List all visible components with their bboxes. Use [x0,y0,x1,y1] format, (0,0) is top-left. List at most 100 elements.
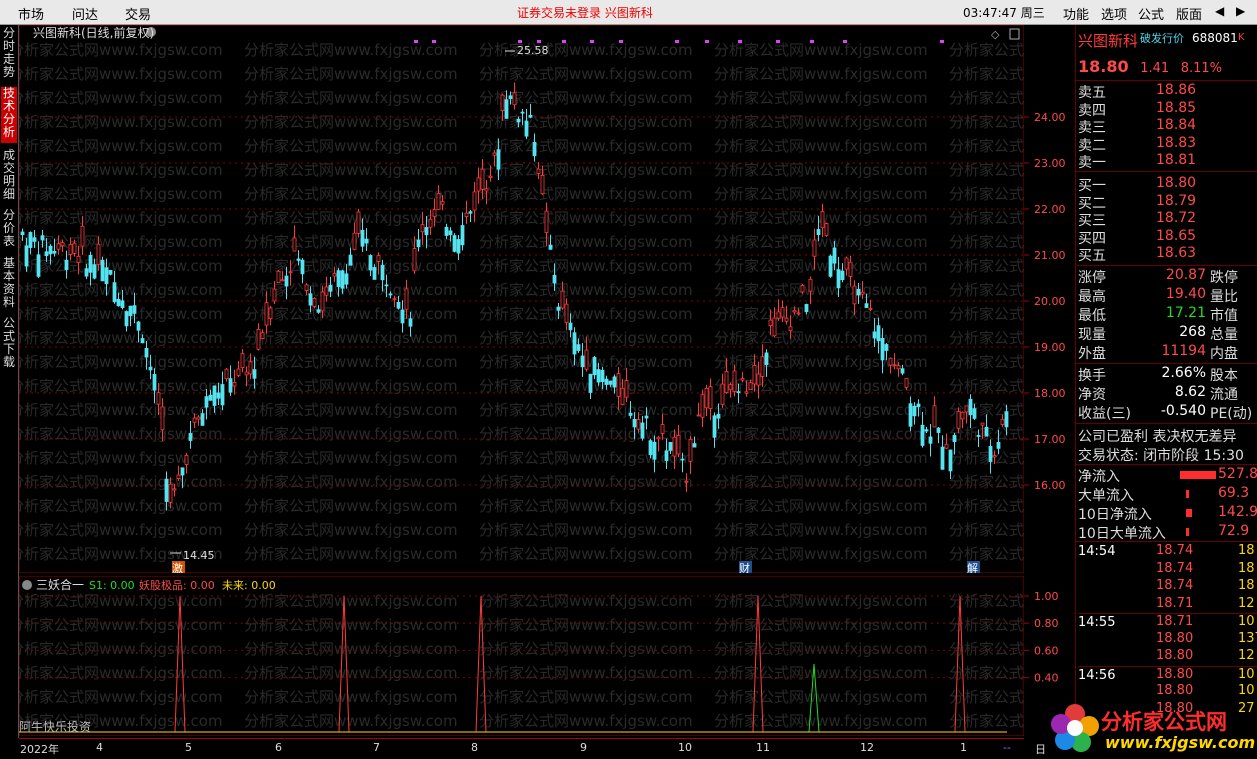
candle-body [96,243,101,265]
nav-deals[interactable]: 成交明细 [1,149,17,205]
login-notice[interactable]: 证券交易未登录 兴图新科 [517,4,653,21]
watermark-text: 分析家公式网www.fxjgsw.com [19,473,223,491]
candle-body [464,212,469,217]
watermark-text: 分析家公式网www.fxjgsw.com [949,329,1024,347]
candle-body [932,405,937,428]
arrow-left-icon[interactable]: ◀ [1215,4,1224,18]
flow-row: 10日净流入 142.9 [1078,504,1257,523]
candle-body [48,245,53,255]
menu-function[interactable]: 功能 [1063,4,1089,23]
price-row: 18.80 1.41 8.11% [1078,57,1222,76]
watermark-text: 分析家公式网www.fxjgsw.com [479,257,693,275]
watermark-text: 分析家公式网www.fxjgsw.com [244,137,458,155]
candle-body [596,369,601,383]
marker-jie[interactable]: 解 [967,561,978,573]
candle-body [952,435,957,443]
signal-dot [537,40,541,43]
indicator-chart[interactable]: 分析家公式网www.fxjgsw.com 分析家公式网www.fxjgsw.com… [19,576,1024,736]
axis-month-4: 4 [96,741,103,754]
arrow-right-icon[interactable]: ▶ [1236,4,1245,18]
candle-body [680,458,685,461]
candle-body [60,242,65,247]
candle-body [304,284,309,291]
nav-formula-download[interactable]: 公式下载 [1,317,17,373]
candle-body [688,438,693,462]
candle-body [448,230,453,236]
scroll-handle[interactable]: -- [1003,741,1011,754]
nav-basic[interactable]: 基本资料 [1,257,17,313]
marker-cai[interactable]: 财 [739,561,750,573]
candle-body [500,94,505,112]
nav-pricetable[interactable]: 分价表 [1,209,17,251]
candle-body [988,446,993,462]
flow-row: 10日大单流入 72.9 [1078,523,1250,542]
candle-body [364,238,369,244]
menu-formula[interactable]: 公式 [1138,4,1164,23]
menu-options[interactable]: 选项 [1101,4,1127,23]
watermark-text: 分析家公式网www.fxjgsw.com [949,377,1024,395]
watermark-text: 分析家公式网www.fxjgsw.com [714,353,928,371]
nav-timeshare[interactable]: 分时走势 [1,27,17,83]
candle-body [348,254,353,266]
candle-body [888,357,893,366]
menu-wenda[interactable]: 问达 [72,4,98,23]
candle-body [708,386,713,409]
low-label: 14.45 [183,549,215,562]
candle-body [912,405,917,417]
watermark-text: 分析家公式网www.fxjgsw.com [19,65,223,83]
watermark-text: 分析家公式网www.fxjgsw.com [714,137,928,155]
tick-row: 14:55 18.71 10 [1078,613,1257,630]
candle-body [640,422,645,439]
candle-body [228,378,233,393]
candle-body [996,442,1001,449]
watermark-text: 分析家公式网www.fxjgsw.com [949,449,1024,467]
candle-body [736,391,741,394]
candle-body [460,225,465,246]
indicator-s1: S1: 0.00 [89,579,135,592]
tick-row: 14:56 18.80 10 [1078,665,1257,683]
menu-layout[interactable]: 版面 [1176,4,1202,23]
candle-body [772,317,777,337]
candle-body [224,368,229,380]
candle-body [140,338,145,344]
watermark-text: 分析家公式网www.fxjgsw.com [244,377,458,395]
candle-body [284,275,289,287]
candle-body [884,344,889,351]
candle-body [788,326,793,332]
candle-body [832,247,837,264]
candle-body [644,415,649,419]
watermark-text: 分析家公式网www.fxjgsw.com [244,664,458,682]
watermark-text: 分析家公式网www.fxjgsw.com [949,233,1024,251]
candle-body [524,120,529,137]
indicator-dropdown-icon[interactable] [22,580,32,590]
marker-ji[interactable]: 激 [172,561,183,573]
watermark-text: 分析家公式网www.fxjgsw.com [949,161,1024,179]
watermark-text: 分析家公式网www.fxjgsw.com [244,545,458,563]
price-tick: 23.00 [1034,157,1066,170]
watermark-text: 分析家公式网www.fxjgsw.com [19,592,223,610]
nav-technical[interactable]: 技术分析 [1,87,17,143]
candle-body [572,332,577,355]
kline-icon[interactable]: K [1238,32,1245,43]
watermark-text: 分析家公式网www.fxjgsw.com [479,185,693,203]
watermark-text: 分析家公式网www.fxjgsw.com [244,640,458,658]
stat-row: 换手 2.66% 股本 [1078,365,1238,384]
candle-body [812,239,817,257]
price-pct: 8.11% [1180,61,1223,76]
kline-chart[interactable]: 分析家公式网www.fxjgsw.com 分析家公式网www.fxjgsw.com… [19,25,1024,573]
watermark-text: 分析家公式网www.fxjgsw.com [244,41,458,59]
candle-body [472,191,477,211]
candle-body [716,413,721,419]
watermark-text: 分析家公式网www.fxjgsw.com [714,592,928,610]
watermark-text: 分析家公式网www.fxjgsw.com [949,41,1024,59]
diamond-icon[interactable]: ◇ [991,28,1000,41]
menu-trade[interactable]: 交易 [125,4,151,23]
candle-body [184,455,189,465]
axis-month-8: 8 [471,741,478,754]
price-tick: 24.00 [1034,111,1066,124]
menu-market[interactable]: 市场 [18,4,44,23]
watermark-text: 分析家公式网www.fxjgsw.com [949,353,1024,371]
indicator-tick: 0.60 [1034,644,1059,657]
candle-body [696,414,701,417]
candle-body [324,286,329,296]
